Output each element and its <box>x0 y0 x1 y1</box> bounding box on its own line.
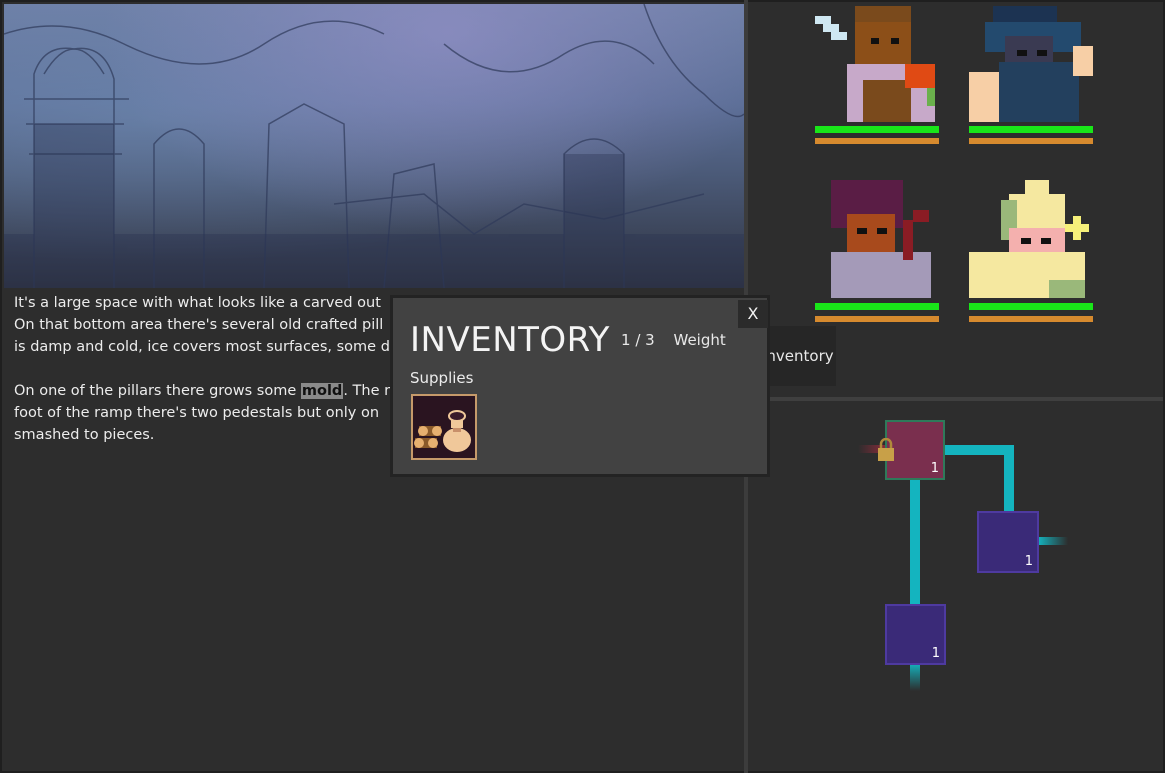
story-line: smashed to pieces. <box>14 427 155 443</box>
exit-east <box>1038 537 1068 545</box>
party-member-rogue[interactable] <box>969 6 1093 146</box>
hp-bar <box>815 126 939 133</box>
story-line: foot of the ramp there's two pedestals b… <box>14 405 380 421</box>
stamina-bar <box>815 138 939 144</box>
cleric-portrait-icon <box>969 180 1089 298</box>
weight-label: Weight <box>673 331 726 349</box>
inventory-popup: X INVENTORY 1 / 3 Weight Supplies <box>390 295 770 477</box>
scene-illustration <box>4 4 744 288</box>
inventory-weight: 1 / 3 Weight <box>621 331 726 349</box>
stamina-bar <box>969 316 1093 322</box>
inventory-tab-label: Inventory <box>768 347 834 365</box>
story-line: . The r <box>343 383 391 399</box>
map-room-south[interactable]: 1 <box>885 604 946 665</box>
hp-bar <box>969 126 1093 133</box>
party-member-warrior[interactable] <box>815 6 939 146</box>
map-room-east[interactable]: 1 <box>977 511 1039 573</box>
corridor-east-h <box>944 445 1014 455</box>
rogue-portrait-icon <box>969 6 1093 122</box>
bard-portrait-icon <box>831 180 931 298</box>
story-line: On that bottom area there's several old … <box>14 317 384 333</box>
supplies-icon <box>414 410 471 452</box>
party-member-bard[interactable] <box>815 180 939 325</box>
weight-separator: / <box>635 331 641 349</box>
stamina-bar <box>815 316 939 322</box>
corridor-east-v <box>1004 445 1014 513</box>
room-count: 1 <box>931 646 940 661</box>
close-button[interactable]: X <box>738 300 768 328</box>
inventory-item-supplies[interactable] <box>411 394 477 460</box>
weight-current: 1 <box>621 331 631 349</box>
inventory-title: INVENTORY <box>410 320 610 360</box>
stamina-bar <box>969 138 1093 144</box>
story-line: is damp and cold, ice covers most surfac… <box>14 339 390 355</box>
hp-bar <box>969 303 1093 310</box>
category-label: Supplies <box>410 369 474 387</box>
room-count: 1 <box>1024 554 1033 569</box>
cave-ruins-art <box>4 4 744 288</box>
story-line: On one of the pillars there grows some <box>14 383 301 399</box>
map-room-current[interactable]: 1 <box>878 420 945 480</box>
dungeon-map <box>858 445 1068 691</box>
room-count: 1 <box>930 461 939 476</box>
inventory-tab-button[interactable]: Inventory <box>768 326 836 386</box>
lock-icon <box>878 438 894 461</box>
warrior-portrait-icon <box>815 6 935 122</box>
party-member-cleric[interactable] <box>969 180 1093 325</box>
keyword-mold-link[interactable]: mold <box>300 383 344 399</box>
hp-bar <box>815 303 939 310</box>
weight-max: 3 <box>645 331 655 349</box>
corridor-south <box>910 477 920 605</box>
exit-south <box>910 663 920 691</box>
story-line: It's a large space with what looks like … <box>14 295 381 311</box>
